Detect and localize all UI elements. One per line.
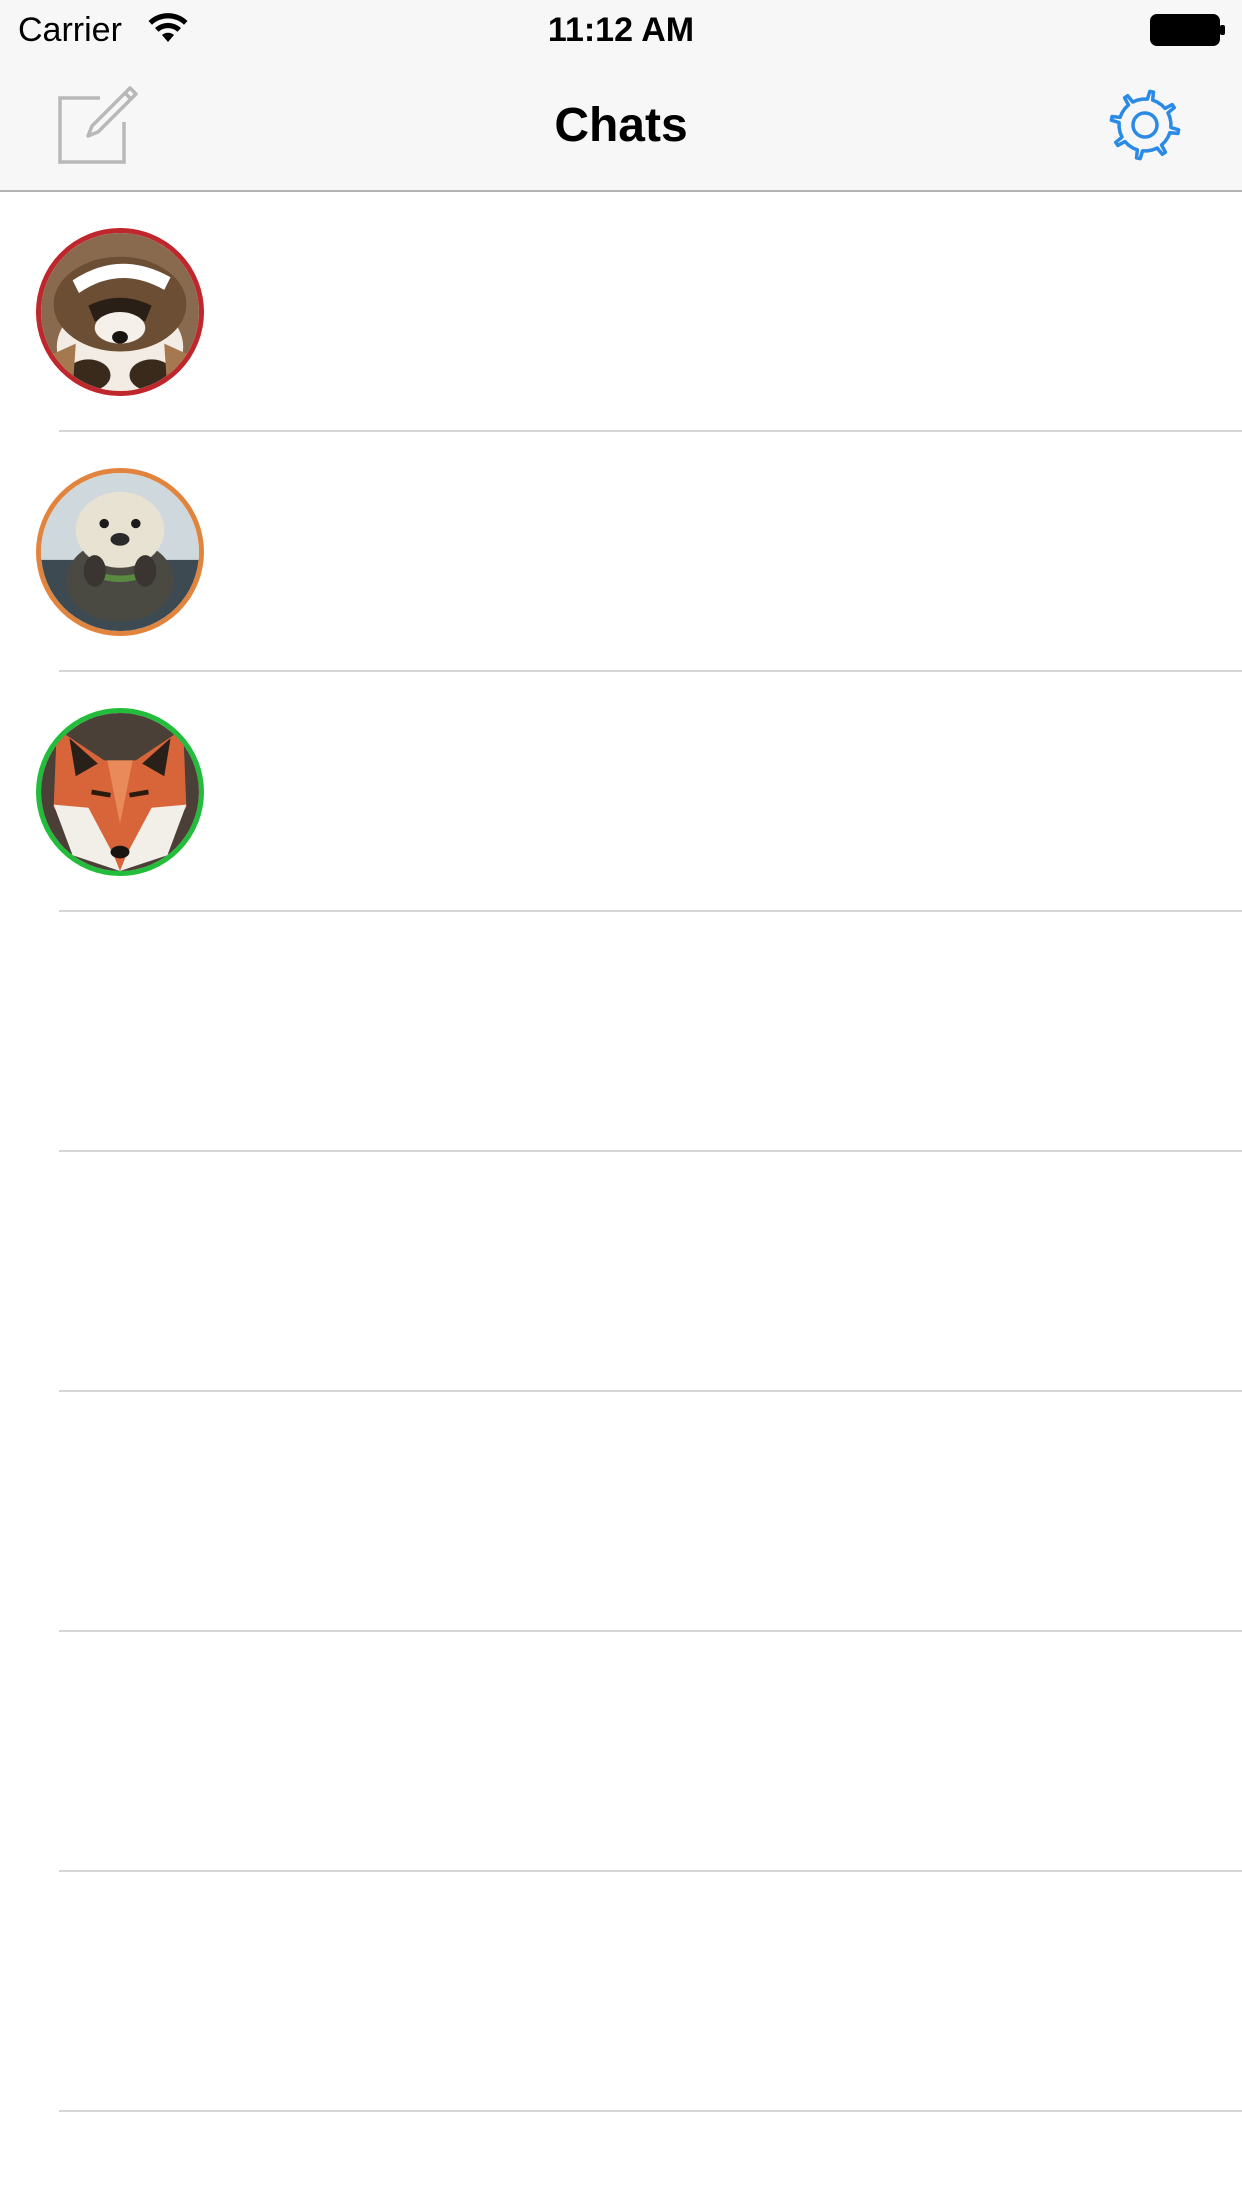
chat-row-empty	[0, 912, 1242, 1152]
chat-row[interactable]	[0, 192, 1242, 432]
avatar-otter	[36, 468, 204, 636]
avatar-fox	[36, 708, 204, 876]
chat-row[interactable]	[0, 672, 1242, 912]
chat-row-empty	[0, 1872, 1242, 2112]
chat-row-empty	[0, 1392, 1242, 1632]
chat-row-empty	[0, 1632, 1242, 1872]
row-separator	[59, 2110, 1242, 2112]
navigation-bar: Chats	[0, 60, 1242, 192]
battery-full-icon	[1150, 14, 1226, 46]
avatar-badger	[36, 228, 204, 396]
chat-row-empty	[0, 1152, 1242, 1392]
gear-icon	[1109, 89, 1181, 161]
top-chrome: Carrier 11:12 AM Chats	[0, 0, 1242, 192]
settings-button[interactable]	[1102, 82, 1188, 168]
status-time: 11:12 AM	[547, 11, 695, 49]
chat-row[interactable]	[0, 432, 1242, 672]
chat-list	[0, 192, 1242, 2208]
page-title: Chats	[554, 99, 688, 152]
status-bar: Carrier 11:12 AM	[0, 0, 1242, 60]
